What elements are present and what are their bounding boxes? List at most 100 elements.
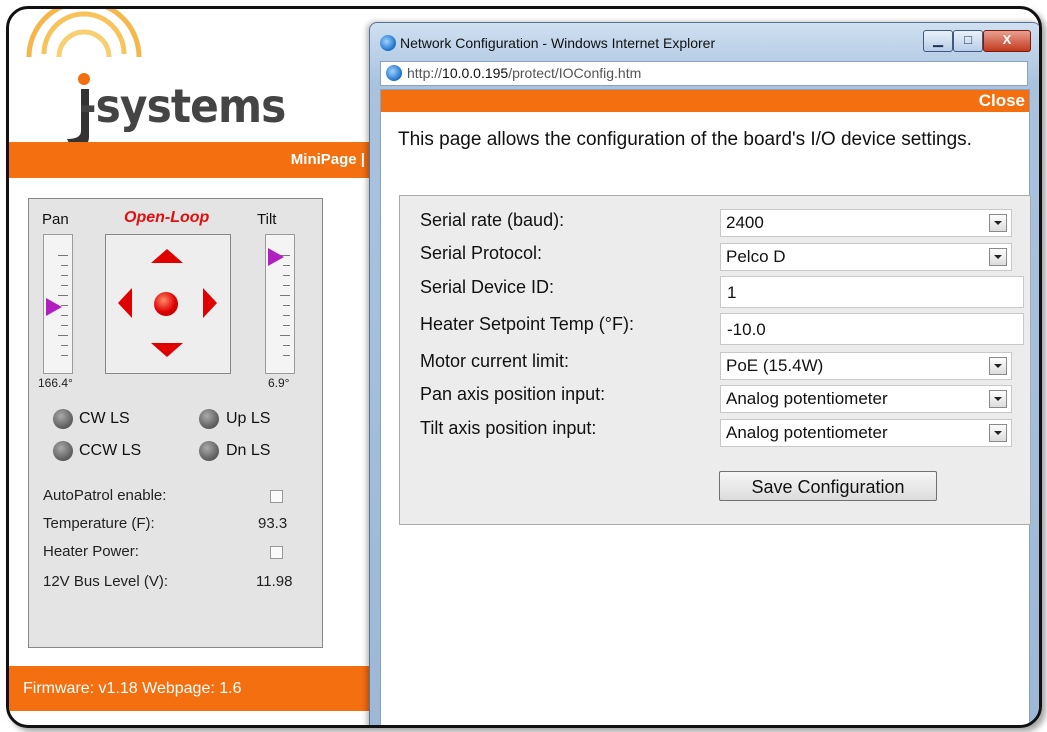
slider-tick bbox=[61, 265, 68, 266]
address-url: http://10.0.0.195/protect/IOConfig.htm bbox=[407, 65, 641, 81]
slider-tick bbox=[61, 275, 68, 276]
autopatrol-label: AutoPatrol enable: bbox=[43, 487, 167, 504]
motor-limit-select[interactable]: PoE (15.4W) bbox=[720, 352, 1012, 380]
heater-power-checkbox[interactable] bbox=[270, 546, 283, 559]
tilt-position-marker[interactable] bbox=[268, 248, 284, 266]
url-path: /protect/IOConfig.htm bbox=[508, 65, 642, 81]
up-arrow-icon[interactable] bbox=[151, 249, 183, 263]
down-arrow-icon[interactable] bbox=[151, 343, 183, 357]
pan-position-marker[interactable] bbox=[46, 298, 62, 316]
slider-tick bbox=[58, 255, 68, 256]
slider-tick bbox=[61, 305, 68, 306]
tilt-input-label: Tilt axis position input: bbox=[420, 418, 597, 438]
direction-pad bbox=[105, 234, 231, 374]
firmware-info: Firmware: v1.18 Webpage: 1.6 bbox=[23, 680, 242, 697]
tilt-slider[interactable] bbox=[265, 234, 295, 374]
device-id-input[interactable]: 1 bbox=[720, 276, 1024, 308]
stop-button[interactable] bbox=[154, 292, 178, 316]
window-close-button[interactable]: X bbox=[983, 30, 1031, 52]
page-icon bbox=[386, 65, 402, 81]
motor-limit-label: Motor current limit: bbox=[420, 351, 570, 371]
cw-ls-label: CW LS bbox=[79, 410, 130, 427]
chevron-down-icon[interactable] bbox=[989, 357, 1007, 375]
chevron-down-icon[interactable] bbox=[989, 424, 1007, 442]
heater-setpoint-label: Heater Setpoint Temp (°F): bbox=[420, 314, 634, 334]
url-scheme: http:// bbox=[407, 65, 443, 81]
bus-level-value: 11.98 bbox=[256, 573, 293, 590]
footer-bar: Firmware: v1.18 Webpage: 1.6 bbox=[9, 666, 379, 711]
heater-power-label: Heater Power: bbox=[43, 543, 139, 560]
ccw-ls-led-icon bbox=[53, 441, 73, 461]
close-link[interactable]: Close bbox=[979, 91, 1025, 111]
ccw-ls-label: CCW LS bbox=[79, 442, 142, 459]
slider-tick bbox=[283, 315, 290, 316]
device-id-label: Serial Device ID: bbox=[420, 277, 555, 297]
serial-rate-label: Serial rate (baud): bbox=[420, 210, 565, 230]
mode-label[interactable]: Open-Loop bbox=[124, 209, 209, 227]
close-bar: Close bbox=[381, 90, 1029, 112]
pan-slider[interactable] bbox=[43, 234, 73, 374]
pan-input-value: Analog potentiometer bbox=[726, 389, 888, 408]
chevron-down-icon[interactable] bbox=[989, 390, 1007, 408]
pan-value: 166.4° bbox=[38, 376, 73, 390]
cw-ls-led-icon bbox=[53, 409, 73, 429]
intro-text: This page allows the configuration of th… bbox=[398, 129, 972, 150]
left-arrow-icon[interactable] bbox=[118, 288, 132, 318]
slider-tick bbox=[58, 295, 68, 296]
logo: -systems bbox=[9, 9, 374, 149]
serial-protocol-label: Serial Protocol: bbox=[420, 243, 543, 263]
slider-tick bbox=[280, 295, 290, 296]
close-icon: X bbox=[1002, 32, 1012, 47]
temperature-label: Temperature (F): bbox=[43, 515, 155, 532]
header-bar: MiniPage | bbox=[9, 142, 379, 178]
pan-input-select[interactable]: Analog potentiometer bbox=[720, 385, 1012, 413]
url-host: 10.0.0.195 bbox=[442, 65, 509, 81]
tilt-input-select[interactable]: Analog potentiometer bbox=[720, 419, 1012, 447]
motor-limit-value: PoE (15.4W) bbox=[726, 356, 824, 375]
serial-rate-value: 2400 bbox=[726, 213, 764, 232]
ie-window: Network Configuration - Windows Internet… bbox=[369, 22, 1039, 725]
heater-setpoint-input[interactable]: -10.0 bbox=[720, 313, 1024, 345]
window-title: Network Configuration - Windows Internet… bbox=[400, 35, 716, 51]
slider-tick bbox=[283, 285, 290, 286]
serial-protocol-select[interactable]: Pelco D bbox=[720, 243, 1012, 271]
minimize-button[interactable]: ▁ bbox=[923, 30, 953, 52]
dn-ls-led-icon bbox=[199, 441, 219, 461]
slider-tick bbox=[283, 355, 290, 356]
pan-label: Pan bbox=[42, 211, 69, 228]
ie-logo-icon bbox=[380, 35, 396, 51]
temperature-value: 93.3 bbox=[258, 515, 288, 532]
slider-tick bbox=[61, 315, 68, 316]
serial-rate-select[interactable]: 2400 bbox=[720, 209, 1012, 237]
device-id-value: 1 bbox=[727, 283, 737, 302]
screenshot-frame: -systems MiniPage | Pan Open-Loop Tilt 1… bbox=[6, 6, 1042, 728]
page-content: Close This page allows the configuration… bbox=[380, 89, 1031, 725]
save-configuration-button[interactable]: Save Configuration bbox=[719, 471, 937, 501]
slider-tick bbox=[61, 355, 68, 356]
up-ls-label: Up LS bbox=[226, 410, 271, 427]
slider-tick bbox=[61, 325, 68, 326]
slider-tick bbox=[283, 345, 290, 346]
serial-protocol-value: Pelco D bbox=[726, 247, 786, 266]
slider-tick bbox=[61, 345, 68, 346]
tilt-input-value: Analog potentiometer bbox=[726, 423, 888, 442]
slider-tick bbox=[283, 275, 290, 276]
address-bar[interactable]: http://10.0.0.195/protect/IOConfig.htm bbox=[380, 61, 1028, 86]
autopatrol-checkbox[interactable] bbox=[270, 490, 283, 503]
minipage-link[interactable]: MiniPage | bbox=[291, 151, 365, 168]
chevron-down-icon[interactable] bbox=[989, 214, 1007, 232]
slider-tick bbox=[58, 335, 68, 336]
minimize-icon: ▁ bbox=[933, 32, 943, 47]
io-config-form: Serial rate (baud): 2400 Serial Protocol… bbox=[399, 195, 1031, 525]
maximize-icon: □ bbox=[964, 32, 972, 47]
right-arrow-icon[interactable] bbox=[203, 288, 217, 318]
control-panel: Pan Open-Loop Tilt 166.4° 6.9° CW LS Up … bbox=[28, 198, 323, 648]
chevron-down-icon[interactable] bbox=[989, 248, 1007, 266]
slider-tick bbox=[283, 305, 290, 306]
slider-tick bbox=[61, 285, 68, 286]
heater-setpoint-value: -10.0 bbox=[727, 320, 766, 339]
up-ls-led-icon bbox=[199, 409, 219, 429]
logo-text: -systems bbox=[79, 79, 286, 133]
maximize-button[interactable]: □ bbox=[953, 30, 983, 52]
bus-level-label: 12V Bus Level (V): bbox=[43, 573, 169, 590]
